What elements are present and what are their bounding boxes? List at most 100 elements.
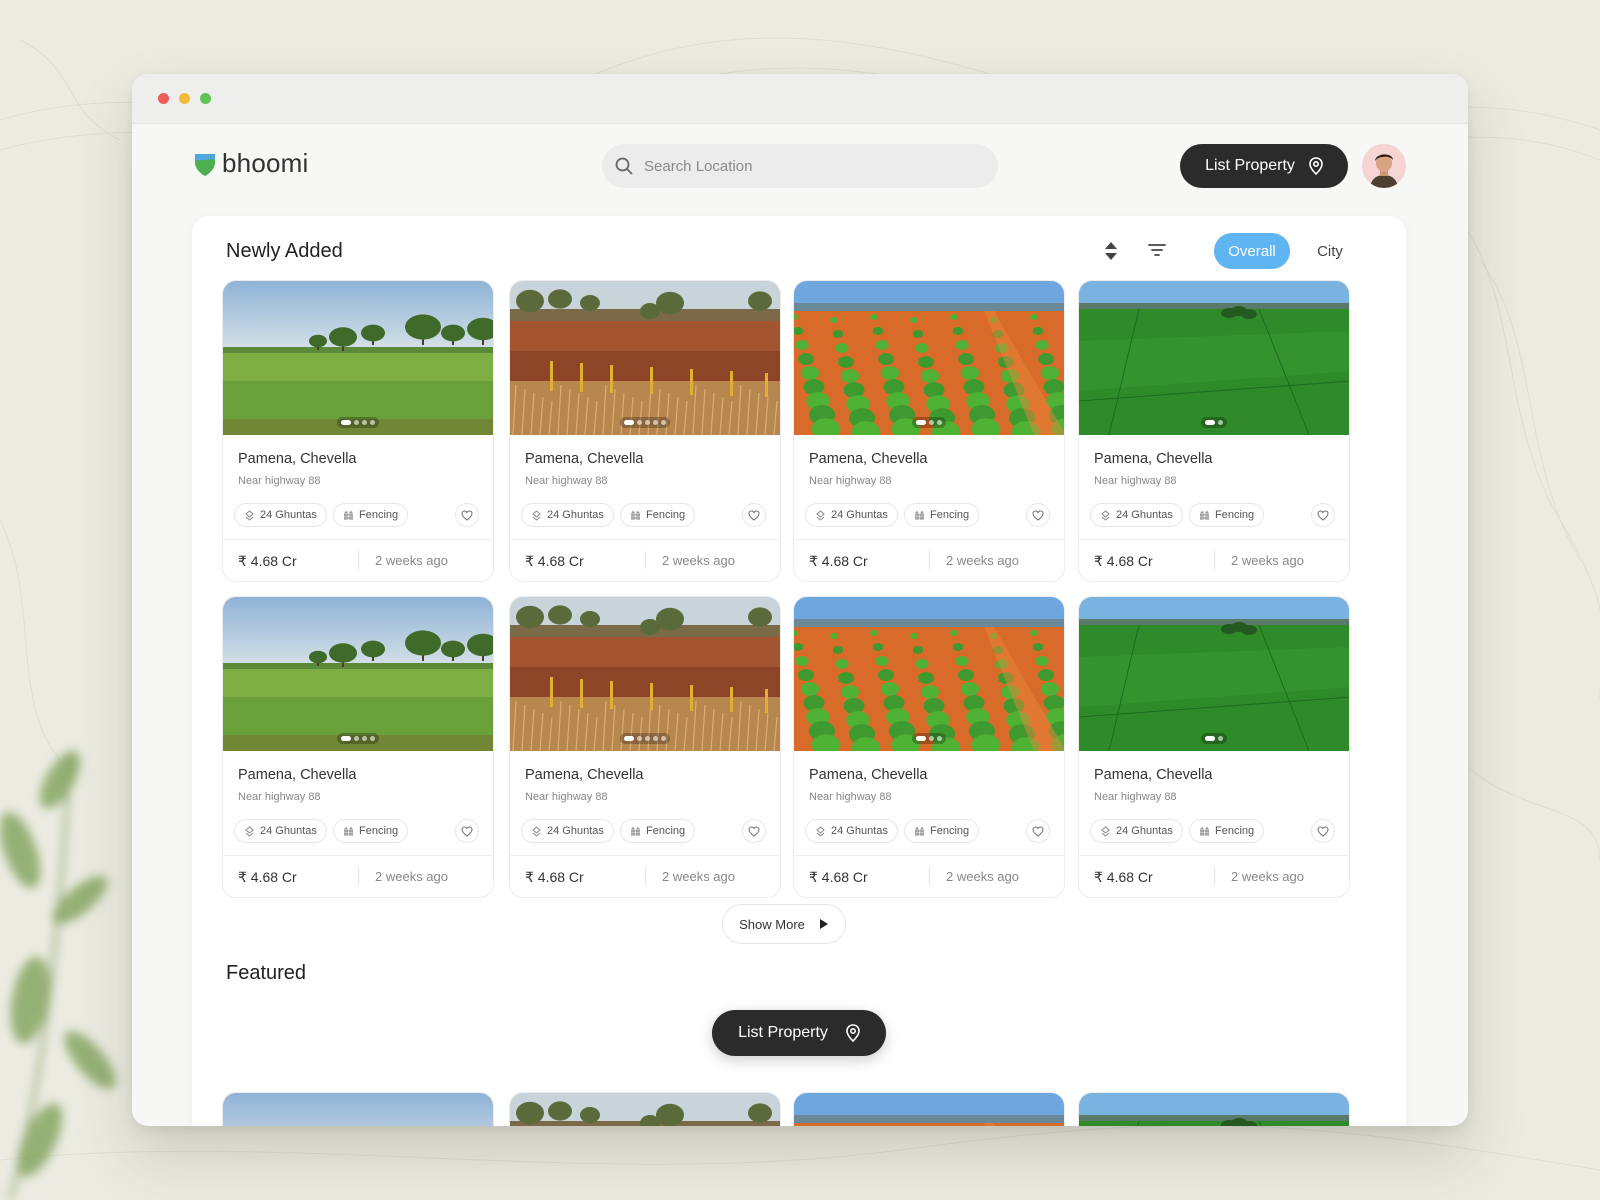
segment-city[interactable]: City	[1300, 233, 1360, 269]
pager-dot[interactable]	[916, 736, 926, 741]
pager-dot[interactable]	[1205, 420, 1215, 425]
close-window-button[interactable]	[158, 93, 169, 104]
pager-dot[interactable]	[362, 420, 367, 425]
property-card[interactable]: Pamena, Chevella Near highway 88 24 Ghun…	[1078, 596, 1350, 898]
property-price: ₹ 4.68 Cr	[525, 869, 584, 885]
property-card[interactable]: Pamena, Chevella Near highway 88 24 Ghun…	[793, 596, 1065, 898]
area-icon	[245, 509, 254, 521]
favorite-button[interactable]	[455, 503, 479, 527]
pager-dot[interactable]	[1218, 736, 1223, 741]
feature-value: Fencing	[930, 825, 970, 837]
featured-card[interactable]	[509, 1092, 781, 1126]
show-more-label: Show More	[739, 916, 805, 932]
pager-dot[interactable]	[661, 736, 666, 741]
avatar-icon	[1362, 144, 1406, 188]
card-separator	[1214, 551, 1215, 569]
property-image[interactable]	[794, 281, 1064, 435]
pager-dot[interactable]	[354, 736, 359, 741]
pager-dot[interactable]	[637, 420, 642, 425]
section-title-featured: Featured	[226, 962, 307, 984]
featured-card[interactable]	[1078, 1092, 1350, 1126]
pager-dot[interactable]	[637, 736, 642, 741]
search-input[interactable]	[644, 157, 964, 175]
pager-dot[interactable]	[1218, 420, 1223, 425]
sort-icon[interactable]	[1102, 240, 1120, 262]
feature-value: Fencing	[646, 825, 686, 837]
pager-dot[interactable]	[370, 736, 375, 741]
property-card[interactable]: Pamena, Chevella Near highway 88 24 Ghun…	[793, 280, 1065, 582]
posted-time: 2 weeks ago	[946, 553, 1019, 568]
fence-icon	[915, 510, 924, 520]
card-divider	[223, 539, 493, 540]
property-card[interactable]: Pamena, Chevella Near highway 88 24 Ghun…	[1078, 280, 1350, 582]
property-image[interactable]	[223, 281, 493, 435]
pager-dot[interactable]	[1205, 736, 1215, 741]
filter-icon[interactable]	[1147, 240, 1167, 260]
property-price: ₹ 4.68 Cr	[238, 869, 297, 885]
pager-dot[interactable]	[624, 420, 634, 425]
pager-dot[interactable]	[645, 420, 650, 425]
property-image[interactable]	[1079, 281, 1349, 435]
feature-chip: Fencing	[1189, 819, 1265, 843]
logo[interactable]: bhoomi	[194, 148, 308, 179]
featured-card[interactable]	[793, 1092, 1065, 1126]
favorite-button[interactable]	[1026, 819, 1050, 843]
minimize-window-button[interactable]	[179, 93, 190, 104]
property-image[interactable]	[794, 597, 1064, 751]
property-location: Pamena, Chevella	[238, 767, 357, 783]
pager-dot[interactable]	[341, 420, 351, 425]
image-pager[interactable]	[912, 417, 946, 428]
pager-dot[interactable]	[937, 420, 942, 425]
property-card[interactable]: Pamena, Chevella Near highway 88 24 Ghun…	[509, 280, 781, 582]
property-card[interactable]: Pamena, Chevella Near highway 88 24 Ghun…	[222, 280, 494, 582]
property-image[interactable]	[1079, 597, 1349, 751]
segment-overall[interactable]: Overall	[1214, 233, 1290, 269]
image-pager[interactable]	[620, 417, 670, 428]
window-titlebar	[132, 74, 1468, 124]
pager-dot[interactable]	[937, 736, 942, 741]
show-more-button[interactable]: Show More	[722, 904, 846, 944]
pager-dot[interactable]	[929, 736, 934, 741]
property-image[interactable]	[223, 597, 493, 751]
image-pager[interactable]	[1201, 417, 1227, 428]
property-price: ₹ 4.68 Cr	[525, 553, 584, 569]
image-pager[interactable]	[1201, 733, 1227, 744]
floating-list-property-button[interactable]: List Property	[712, 1010, 886, 1056]
pager-dot[interactable]	[645, 736, 650, 741]
favorite-button[interactable]	[1026, 503, 1050, 527]
pager-dot[interactable]	[354, 420, 359, 425]
image-pager[interactable]	[620, 733, 670, 744]
favorite-button[interactable]	[1311, 819, 1335, 843]
property-card[interactable]: Pamena, Chevella Near highway 88 24 Ghun…	[509, 596, 781, 898]
image-pager[interactable]	[337, 733, 379, 744]
user-avatar[interactable]	[1362, 144, 1406, 188]
property-card[interactable]: Pamena, Chevella Near highway 88 24 Ghun…	[222, 596, 494, 898]
list-property-button[interactable]: List Property	[1180, 144, 1348, 188]
property-image[interactable]	[510, 281, 780, 435]
pager-dot[interactable]	[661, 420, 666, 425]
favorite-button[interactable]	[455, 819, 479, 843]
pager-dot[interactable]	[362, 736, 367, 741]
property-landmark: Near highway 88	[525, 791, 608, 803]
pager-dot[interactable]	[624, 736, 634, 741]
pager-dot[interactable]	[341, 736, 351, 741]
pager-dot[interactable]	[653, 420, 658, 425]
property-image[interactable]	[510, 597, 780, 751]
posted-time: 2 weeks ago	[375, 869, 448, 884]
card-separator	[358, 551, 359, 569]
feature-value: Fencing	[646, 509, 686, 521]
favorite-button[interactable]	[742, 819, 766, 843]
card-separator	[645, 867, 646, 885]
pager-dot[interactable]	[929, 420, 934, 425]
pager-dot[interactable]	[916, 420, 926, 425]
search-bar[interactable]	[602, 144, 998, 188]
image-pager[interactable]	[337, 417, 379, 428]
featured-card[interactable]	[222, 1092, 494, 1126]
favorite-button[interactable]	[742, 503, 766, 527]
favorite-button[interactable]	[1311, 503, 1335, 527]
maximize-window-button[interactable]	[200, 93, 211, 104]
image-pager[interactable]	[912, 733, 946, 744]
pager-dot[interactable]	[653, 736, 658, 741]
pager-dot[interactable]	[370, 420, 375, 425]
property-landmark: Near highway 88	[809, 475, 892, 487]
